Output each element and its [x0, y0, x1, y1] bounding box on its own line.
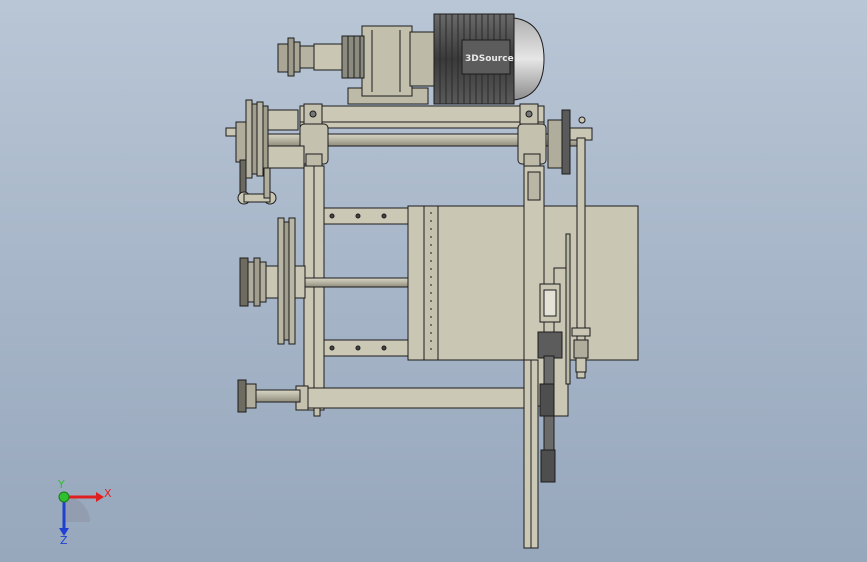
x-axis-label: X: [104, 487, 112, 500]
y-axis-dot: [58, 491, 70, 503]
lower-beam[interactable]: [299, 387, 525, 409]
lower-rail[interactable]: [323, 339, 411, 357]
upper-beam[interactable]: [299, 105, 545, 129]
machine-assembly-drawing[interactable]: 3DSource X Y Z: [0, 0, 867, 562]
upper-rail[interactable]: [323, 207, 411, 225]
y-axis-label: Y: [57, 478, 65, 491]
motor-brand-label: 3DSource: [465, 54, 514, 64]
middle-pulley-stack[interactable]: [239, 217, 306, 345]
electric-motor[interactable]: 3DSource: [433, 13, 545, 105]
coordinate-triad: X Y Z: [57, 478, 112, 547]
feed-table[interactable]: [407, 205, 639, 361]
cad-viewport[interactable]: 3DSource X Y Z: [0, 0, 867, 562]
lower-gear-shaft[interactable]: [237, 379, 301, 413]
gear-motor[interactable]: 3DSource: [277, 13, 545, 105]
z-axis-label: Z: [60, 534, 68, 547]
